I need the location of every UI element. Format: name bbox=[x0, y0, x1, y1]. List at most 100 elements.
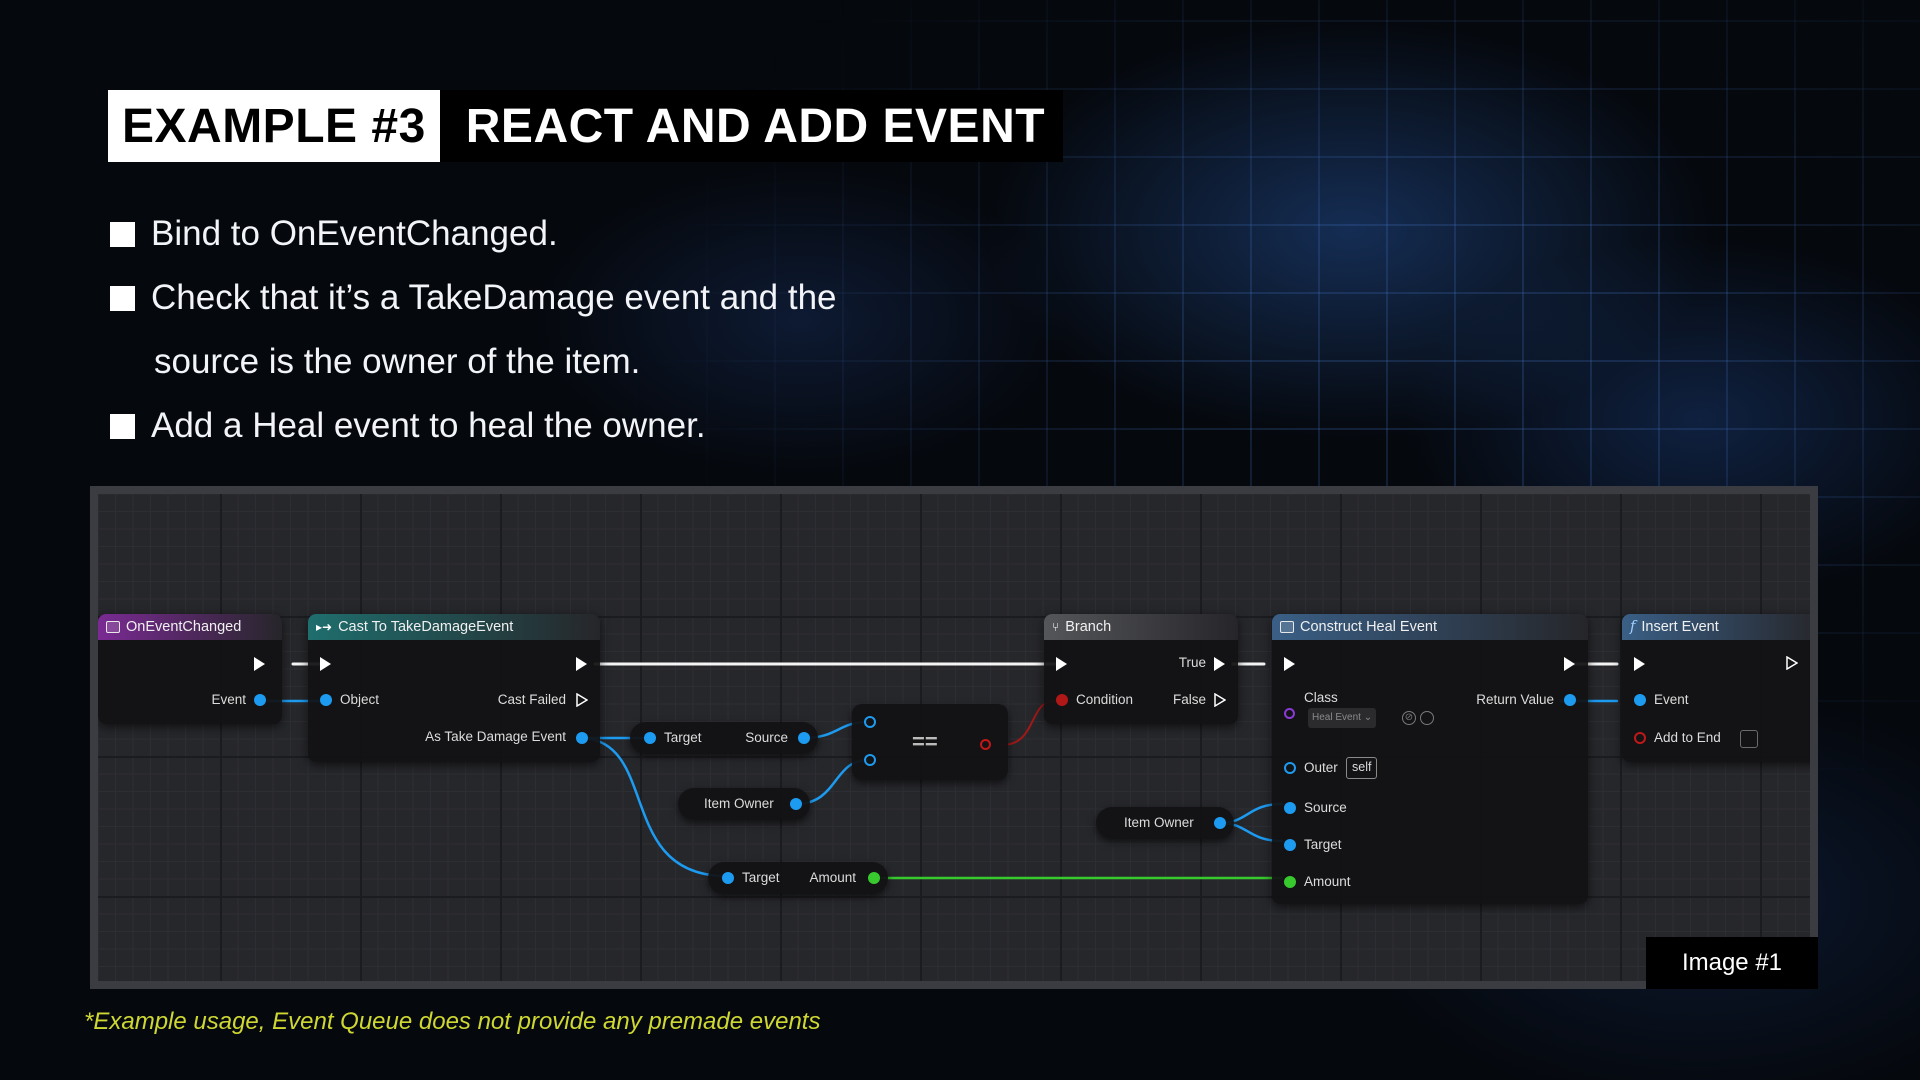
node-title: Construct Heal Event bbox=[1300, 619, 1438, 635]
pin-label: Cast Failed bbox=[497, 692, 566, 707]
pin-label: Amount bbox=[809, 870, 856, 885]
pin-label: Amount bbox=[1304, 874, 1351, 889]
node-header: f Insert Event bbox=[1622, 614, 1810, 640]
exec-in-pin[interactable] bbox=[1284, 657, 1295, 671]
pin-label: Object bbox=[340, 692, 380, 707]
title-tag: EXAMPLE #3 bbox=[108, 90, 440, 162]
slide-title: EXAMPLE #3 REACT AND ADD EVENT bbox=[108, 90, 1064, 162]
bullet-item: Add a Heal event to heal the owner. bbox=[110, 394, 837, 458]
class-in-pin[interactable] bbox=[1284, 708, 1295, 719]
add-to-end-checkbox[interactable] bbox=[1740, 730, 1758, 748]
node-construct-heal-event[interactable]: Construct Heal Event Class Heal Event ⌄ … bbox=[1272, 614, 1588, 904]
pin-label: Outer bbox=[1304, 760, 1338, 775]
node-cast-to-take-damage-event[interactable]: ▸➜ Cast To TakeDamageEvent Object Cast F… bbox=[308, 614, 600, 762]
pin-label: Item Owner bbox=[1124, 815, 1194, 830]
exec-out-pin[interactable] bbox=[1786, 656, 1798, 670]
clear-icon[interactable]: ⊘ bbox=[1402, 711, 1416, 725]
equal-operator: == bbox=[912, 729, 938, 754]
amount-in-pin[interactable] bbox=[1284, 876, 1296, 888]
footnote: *Example usage, Event Queue does not pro… bbox=[84, 1008, 821, 1035]
node-header: OnEventChanged bbox=[98, 614, 282, 640]
event-icon bbox=[106, 621, 120, 633]
b-in-pin[interactable] bbox=[864, 754, 876, 766]
class-dropdown[interactable]: Heal Event ⌄ bbox=[1308, 708, 1377, 728]
outer-field[interactable]: self bbox=[1346, 757, 1378, 779]
node-branch[interactable]: ⑂ Branch True Condition False bbox=[1044, 614, 1238, 724]
item-owner-out-pin[interactable] bbox=[790, 798, 802, 810]
item-owner-out-pin[interactable] bbox=[1214, 817, 1226, 829]
target-in-pin[interactable] bbox=[722, 872, 734, 884]
target-in-pin[interactable] bbox=[644, 732, 656, 744]
false-out-pin[interactable] bbox=[1214, 693, 1226, 707]
blueprint-graph: OnEventChanged Event ▸➜ Cast To TakeDama… bbox=[98, 494, 1810, 981]
node-header: ⑂ Branch bbox=[1044, 614, 1238, 640]
bool-out-pin[interactable] bbox=[980, 739, 991, 750]
a-in-pin[interactable] bbox=[864, 716, 876, 728]
node-title: Insert Event bbox=[1641, 619, 1719, 635]
bullet-square-icon bbox=[110, 286, 135, 311]
node-equal[interactable]: == bbox=[852, 704, 1008, 780]
pin-label: Condition bbox=[1076, 692, 1134, 707]
node-item-owner[interactable]: Item Owner bbox=[678, 788, 810, 820]
outer-in-pin[interactable] bbox=[1284, 762, 1296, 774]
title-text: REACT AND ADD EVENT bbox=[465, 99, 1046, 153]
pin-label: Target bbox=[742, 870, 780, 885]
add-to-end-in-pin[interactable] bbox=[1634, 732, 1646, 744]
true-out-pin[interactable] bbox=[1214, 657, 1225, 671]
pin-label: Item Owner bbox=[704, 796, 774, 811]
exec-in-pin[interactable] bbox=[320, 657, 331, 671]
construct-icon bbox=[1280, 621, 1294, 633]
node-insert-event[interactable]: f Insert Event Event Add to End bbox=[1622, 614, 1810, 762]
pin-label: Class bbox=[1304, 690, 1338, 705]
event-out-pin[interactable] bbox=[254, 694, 266, 706]
bullet-text: Check that it’s a TakeDamage event and t… bbox=[151, 278, 837, 317]
node-title: Branch bbox=[1065, 619, 1112, 635]
amount-out-pin[interactable] bbox=[868, 872, 880, 884]
event-in-pin[interactable] bbox=[1634, 694, 1646, 706]
bullet-square-icon bbox=[110, 414, 135, 439]
pin-label: Add to End bbox=[1654, 730, 1721, 745]
pin-label: As Take Damage Event bbox=[425, 729, 566, 744]
pin-label: Event bbox=[211, 692, 246, 707]
pin-label: Target bbox=[1304, 837, 1342, 852]
blueprint-screenshot: OnEventChanged Event ▸➜ Cast To TakeDama… bbox=[90, 486, 1818, 989]
condition-in-pin[interactable] bbox=[1056, 694, 1068, 706]
exec-in-pin[interactable] bbox=[1634, 657, 1645, 671]
as-event-out-pin[interactable] bbox=[576, 732, 588, 744]
node-header: ▸➜ Cast To TakeDamageEvent bbox=[308, 614, 600, 640]
pin-label: Return Value bbox=[1476, 692, 1554, 707]
exec-out-pin[interactable] bbox=[254, 657, 265, 671]
pin-label: Target bbox=[664, 730, 702, 745]
pin-label: Source bbox=[745, 730, 788, 745]
pin-label: Source bbox=[1304, 800, 1347, 815]
function-icon: f bbox=[1630, 619, 1636, 635]
target-in-pin[interactable] bbox=[1284, 839, 1296, 851]
exec-out-pin[interactable] bbox=[576, 657, 587, 671]
return-value-out-pin[interactable] bbox=[1564, 694, 1576, 706]
cast-failed-pin[interactable] bbox=[576, 693, 588, 707]
cast-arrow-icon: ▸➜ bbox=[316, 620, 333, 634]
exec-in-pin[interactable] bbox=[1056, 657, 1067, 671]
node-title: Cast To TakeDamageEvent bbox=[338, 619, 514, 635]
image-label: Image #1 bbox=[1646, 937, 1818, 989]
node-item-owner[interactable]: Item Owner bbox=[1096, 807, 1234, 839]
bullet-text: source is the owner of the item. bbox=[154, 342, 641, 381]
node-get-amount[interactable]: Target Amount bbox=[708, 862, 888, 894]
exec-out-pin[interactable] bbox=[1564, 657, 1575, 671]
node-header: Construct Heal Event bbox=[1272, 614, 1588, 640]
pin-label: Event bbox=[1654, 692, 1689, 707]
bullet-text: Bind to OnEventChanged. bbox=[151, 214, 558, 253]
source-out-pin[interactable] bbox=[798, 732, 810, 744]
bullet-text: Add a Heal event to heal the owner. bbox=[151, 406, 706, 445]
search-icon[interactable] bbox=[1420, 711, 1434, 725]
object-in-pin[interactable] bbox=[320, 694, 332, 706]
bullet-continuation: source is the owner of the item. bbox=[110, 330, 837, 394]
bullet-square-icon bbox=[110, 222, 135, 247]
pin-label: False bbox=[1172, 692, 1206, 707]
node-title: OnEventChanged bbox=[126, 619, 242, 635]
node-on-event-changed[interactable]: OnEventChanged Event bbox=[98, 614, 282, 724]
node-get-source[interactable]: Target Source bbox=[630, 722, 818, 754]
source-in-pin[interactable] bbox=[1284, 802, 1296, 814]
bullet-list: Bind to OnEventChanged. Check that it’s … bbox=[110, 202, 837, 458]
class-dropdown-value: Heal Event bbox=[1312, 712, 1361, 723]
